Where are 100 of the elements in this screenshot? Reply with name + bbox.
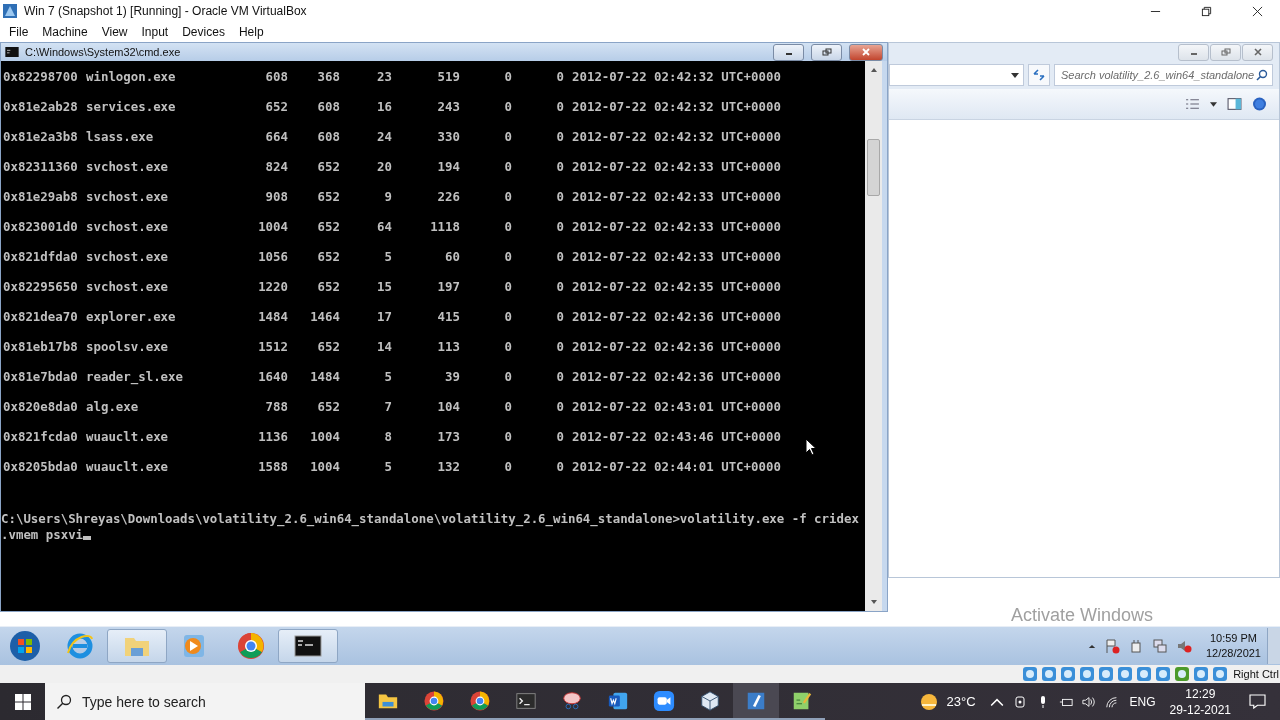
device-status-icon[interactable] xyxy=(1212,666,1229,682)
device-status-icon[interactable] xyxy=(1098,666,1115,682)
process-name: spoolsv.exe xyxy=(86,338,170,354)
device-status-icon[interactable] xyxy=(1155,666,1172,682)
start-time: 2012-07-22 02:42:33 UTC+0000 xyxy=(571,218,782,234)
temperature[interactable]: 23°C xyxy=(946,694,976,709)
thread-count: 8 xyxy=(383,428,392,444)
restore-button[interactable] xyxy=(1210,43,1241,61)
network-icon[interactable] xyxy=(1151,638,1168,655)
thread-count: 16 xyxy=(376,98,392,114)
parent-pid: 652 xyxy=(316,398,340,414)
search-field[interactable]: Search volatility_2.6_win64_standalone xyxy=(1054,64,1273,86)
parent-pid: 652 xyxy=(316,158,340,174)
speaker-icon[interactable] xyxy=(1081,694,1096,709)
minimize-button[interactable] xyxy=(1178,43,1209,61)
close-button[interactable] xyxy=(1242,43,1273,61)
process-pid: 1004 xyxy=(257,218,288,234)
windows-logo-icon xyxy=(14,693,31,710)
host-key-label: Right Ctrl xyxy=(1233,668,1279,680)
device-status-icon[interactable] xyxy=(1022,666,1039,682)
windows-logo-icon xyxy=(9,630,41,663)
notification-icon[interactable] xyxy=(1249,694,1266,709)
close-icon[interactable] xyxy=(1252,5,1263,17)
process-offset: 0x81e7bda0 xyxy=(3,368,79,384)
menu-item[interactable]: Input xyxy=(134,25,176,39)
parent-pid: 652 xyxy=(316,278,340,294)
menu-item[interactable]: Machine xyxy=(35,25,95,39)
process-offset: 0x81eb17b8 xyxy=(3,338,79,354)
process-offset: 0x81e2ab28 xyxy=(3,98,79,114)
preview-pane-icon[interactable] xyxy=(1227,97,1242,111)
scrollbar[interactable] xyxy=(865,61,882,611)
address-field[interactable] xyxy=(889,64,1024,86)
chrome-icon xyxy=(469,689,491,712)
parent-pid: 1004 xyxy=(309,428,340,444)
process-name: wuauclt.exe xyxy=(86,428,170,444)
device-status-icon[interactable] xyxy=(1060,666,1077,682)
cube-icon xyxy=(699,689,721,712)
start-time: 2012-07-22 02:42:32 UTC+0000 xyxy=(571,68,782,84)
restore-button[interactable] xyxy=(811,43,842,61)
device-status-icon[interactable] xyxy=(1136,666,1153,682)
restore-icon xyxy=(821,48,832,56)
thread-count: 14 xyxy=(376,338,392,354)
handle-count: 243 xyxy=(436,98,460,114)
refresh-button[interactable] xyxy=(1028,64,1050,86)
flag-icon[interactable] xyxy=(1103,638,1120,655)
minimize-button[interactable] xyxy=(773,43,804,61)
parent-pid: 608 xyxy=(316,128,340,144)
device-status-icon[interactable] xyxy=(1117,666,1134,682)
restore-icon[interactable] xyxy=(1201,5,1212,17)
command-line: C:\Users\Shreyas\Downloads\volatility_2.6_win64_standalone\volatility_2.6_win64_standalone>volatility.exe -f cridex xyxy=(1,511,859,527)
text-cursor xyxy=(83,536,92,540)
scroll-up-icon[interactable] xyxy=(869,67,878,73)
process-pid: 824 xyxy=(264,158,288,174)
scrollbar-thumb[interactable] xyxy=(867,139,880,196)
menu-item[interactable]: Devices xyxy=(175,25,232,39)
wow64-value: 0 xyxy=(555,188,564,204)
session-id: 0 xyxy=(503,128,512,144)
session-id: 0 xyxy=(503,398,512,414)
clock-time[interactable]: 10:59 PM xyxy=(1209,631,1257,647)
thread-count: 7 xyxy=(383,398,392,414)
chrome-icon xyxy=(236,631,266,662)
clock-time[interactable]: 12:29 xyxy=(1185,685,1216,702)
start-time: 2012-07-22 02:42:36 UTC+0000 xyxy=(571,368,782,384)
wow64-value: 0 xyxy=(555,248,564,264)
parent-pid: 368 xyxy=(316,68,340,84)
parent-pid: 1464 xyxy=(309,308,340,324)
handle-count: 39 xyxy=(444,368,460,384)
device-status-icon[interactable] xyxy=(1041,666,1058,682)
language-indicator[interactable]: ENG xyxy=(1129,694,1156,709)
wow64-value: 0 xyxy=(555,368,564,384)
scroll-down-icon[interactable] xyxy=(869,599,878,605)
wifi-icon[interactable] xyxy=(1104,694,1119,709)
wow64-value: 0 xyxy=(555,308,564,324)
taskbar-app-button[interactable] xyxy=(278,629,338,664)
camera-icon[interactable] xyxy=(1012,694,1027,709)
wow64-value: 0 xyxy=(555,218,564,234)
menu-item[interactable]: File xyxy=(2,25,36,39)
device-status-icon[interactable] xyxy=(1193,666,1210,682)
search-field[interactable]: Type here to search xyxy=(45,683,365,720)
menu-item[interactable]: Help xyxy=(231,25,271,39)
weather-sun-icon[interactable] xyxy=(918,691,939,712)
clock-date[interactable]: 12/28/2021 xyxy=(1205,646,1261,662)
process-name: svchost.exe xyxy=(86,218,170,234)
device-status-icon[interactable] xyxy=(1174,666,1191,682)
device-status-icon[interactable] xyxy=(1079,666,1096,682)
caret-icon[interactable] xyxy=(1210,101,1217,107)
console-icon xyxy=(5,47,19,57)
caret-up-icon[interactable] xyxy=(1087,643,1096,649)
process-offset: 0x82298700 xyxy=(3,68,79,84)
view-list-icon[interactable] xyxy=(1185,97,1200,111)
process-name: alg.exe xyxy=(86,398,140,414)
search-icon xyxy=(1256,69,1268,81)
handle-count: 197 xyxy=(436,278,460,294)
clock-date[interactable]: 29-12-2021 xyxy=(1169,701,1231,718)
menu-item[interactable]: View xyxy=(94,25,135,39)
session-id: 0 xyxy=(503,338,512,354)
process-offset: 0x82295650 xyxy=(3,278,79,294)
speaker-muted-icon[interactable] xyxy=(1175,638,1192,655)
close-button[interactable] xyxy=(849,43,883,61)
start-time: 2012-07-22 02:43:01 UTC+0000 xyxy=(571,398,782,414)
